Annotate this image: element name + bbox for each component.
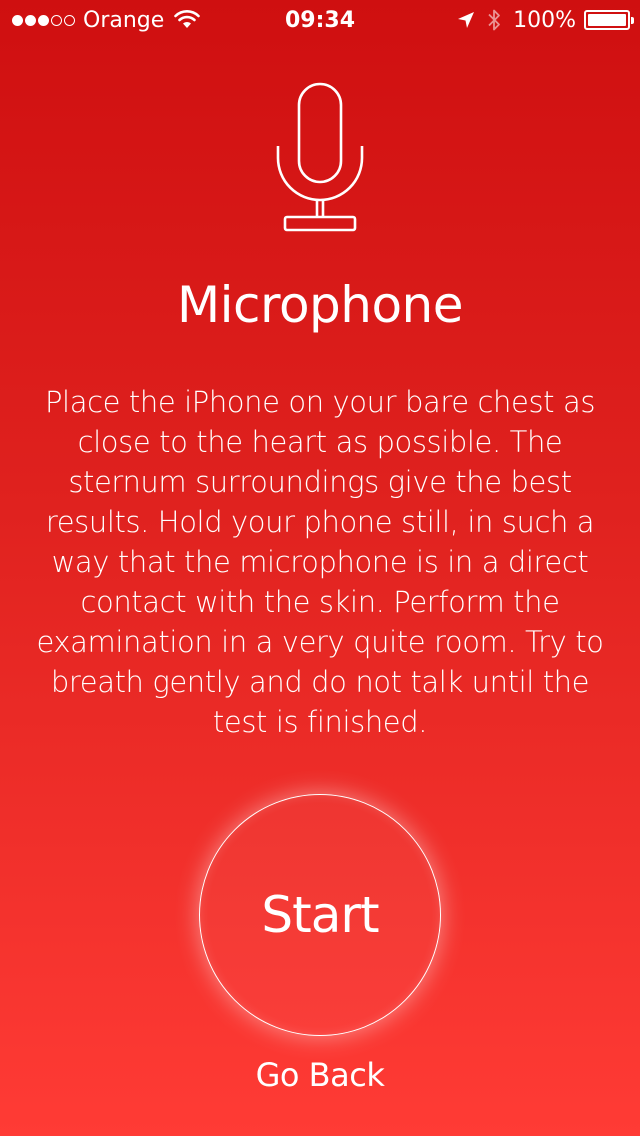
page-title: Microphone	[176, 276, 464, 334]
location-arrow-icon	[458, 12, 475, 28]
status-right: 100%	[457, 0, 634, 40]
bluetooth-icon	[488, 9, 500, 31]
battery-icon	[584, 10, 634, 30]
status-bar: Orange 09:34 100%	[0, 0, 640, 40]
battery-tip	[631, 17, 634, 24]
start-label: Start	[261, 886, 379, 944]
battery-fill	[588, 14, 626, 26]
instructions-text: Place the iPhone on your bare chest as c…	[36, 385, 604, 739]
battery-percentage: 100%	[513, 7, 576, 33]
microphone-icon	[276, 82, 364, 232]
go-back-button[interactable]: Go Back	[0, 1056, 640, 1094]
start-button[interactable]: Start	[199, 794, 441, 1036]
